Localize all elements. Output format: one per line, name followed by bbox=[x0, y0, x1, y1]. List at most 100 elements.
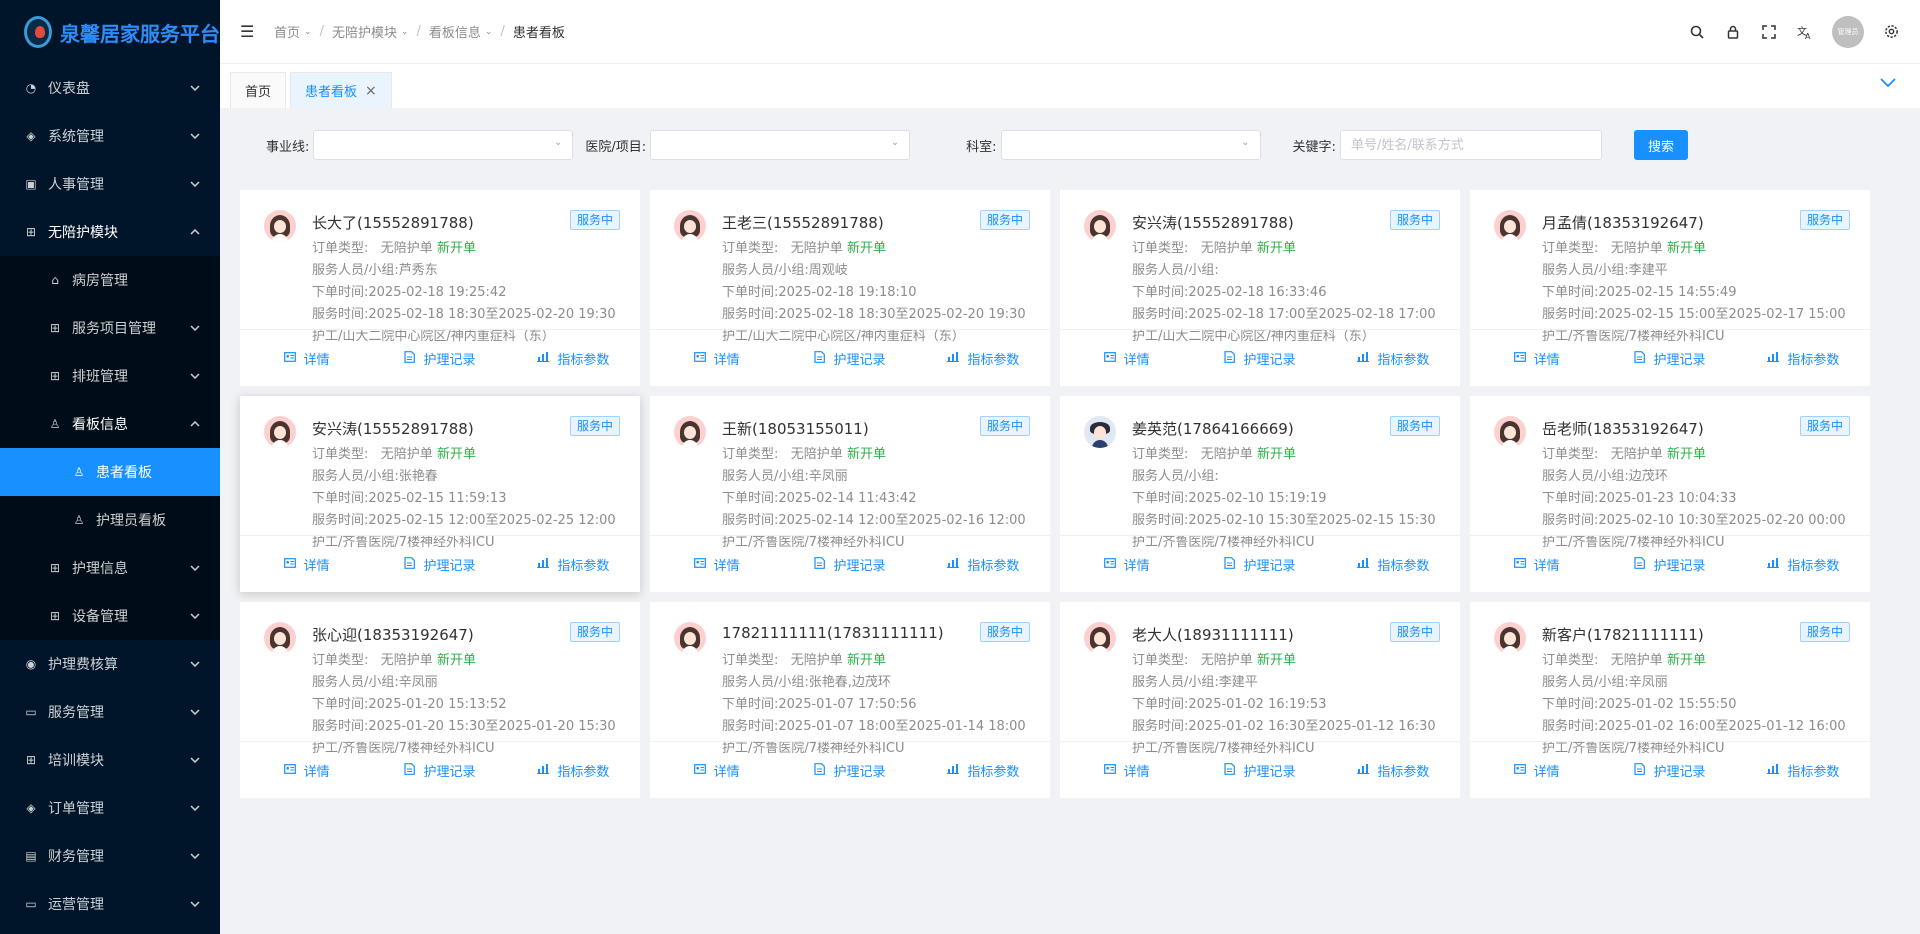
metrics-button[interactable]: 指标参数 bbox=[1737, 536, 1870, 592]
breadcrumb-board[interactable]: 看板信息 ⌄ bbox=[429, 22, 493, 41]
care-record-button[interactable]: 护理记录 bbox=[1193, 742, 1326, 798]
care-record-label: 护理记录 bbox=[833, 352, 886, 368]
sidebar-item[interactable]: ▤ 财务管理 bbox=[0, 832, 220, 880]
order-time-value: 2025-01-02 16:19:53 bbox=[1188, 697, 1327, 712]
detail-button[interactable]: 详情 bbox=[650, 330, 783, 386]
keyword-input[interactable] bbox=[1339, 130, 1602, 160]
order-type-line: 订单类型: 无陪护单 新开单 bbox=[312, 238, 624, 260]
staff-label: 服务人员/小组: bbox=[1542, 263, 1629, 278]
metrics-button[interactable]: 指标参数 bbox=[1327, 330, 1460, 386]
metrics-button[interactable]: 指标参数 bbox=[1737, 330, 1870, 386]
sidebar-item[interactable]: ▣ 人事管理 bbox=[0, 160, 220, 208]
sidebar-item[interactable]: ▭ 服务管理 bbox=[0, 688, 220, 736]
staff-label: 服务人员/小组: bbox=[722, 263, 809, 278]
tab-home[interactable]: 首页 bbox=[230, 72, 287, 108]
detail-button[interactable]: 详情 bbox=[1060, 536, 1193, 592]
sidebar-item[interactable]: ◔ 仪表盘 bbox=[0, 64, 220, 112]
chevron-down-icon[interactable] bbox=[1880, 72, 1896, 93]
detail-button[interactable]: 详情 bbox=[1470, 536, 1603, 592]
detail-button[interactable]: 详情 bbox=[650, 536, 783, 592]
patient-card-actions: 详情 护理记录 指标参数 bbox=[1470, 535, 1870, 592]
sidebar-item[interactable]: ⊞ 设备管理 bbox=[0, 592, 220, 640]
fullscreen-icon[interactable] bbox=[1760, 23, 1778, 41]
care-record-button[interactable]: 护理记录 bbox=[373, 330, 506, 386]
close-icon[interactable]: × bbox=[365, 83, 377, 99]
care-record-button[interactable]: 护理记录 bbox=[373, 536, 506, 592]
staff-label: 服务人员/小组: bbox=[722, 469, 809, 484]
care-record-button[interactable]: 护理记录 bbox=[1193, 330, 1326, 386]
detail-button[interactable]: 详情 bbox=[650, 742, 783, 798]
metrics-button[interactable]: 指标参数 bbox=[507, 536, 640, 592]
chevron-down-icon: ⌄ bbox=[1241, 137, 1250, 148]
care-record-label: 护理记录 bbox=[423, 352, 476, 368]
sidebar-item[interactable]: ♙ 看板信息 bbox=[0, 400, 220, 448]
metrics-label: 指标参数 bbox=[1377, 558, 1430, 574]
hospital-label: 医院/项目: bbox=[585, 139, 647, 155]
bar-chart-icon bbox=[1357, 351, 1370, 365]
hospital-select[interactable]: ⌄ bbox=[650, 130, 911, 160]
detail-button[interactable]: 详情 bbox=[240, 536, 373, 592]
metrics-button[interactable]: 指标参数 bbox=[917, 330, 1050, 386]
translate-icon[interactable]: 文A bbox=[1796, 23, 1814, 41]
detail-button[interactable]: 详情 bbox=[240, 330, 373, 386]
sidebar-item[interactable]: ◈ 订单管理 bbox=[0, 784, 220, 832]
lock-icon[interactable] bbox=[1724, 23, 1742, 41]
gear-icon[interactable] bbox=[1882, 23, 1900, 41]
breadcrumb: 首页 ⌄ / 无陪护模块 ⌄ / 看板信息 ⌄ / 患者看板 bbox=[274, 22, 565, 41]
detail-label: 详情 bbox=[303, 352, 330, 368]
sidebar-item[interactable]: ⊞ 护理信息 bbox=[0, 544, 220, 592]
order-time-label: 下单时间: bbox=[312, 491, 369, 506]
sidebar-item[interactable]: ⊞ 排班管理 bbox=[0, 352, 220, 400]
user-avatar[interactable]: 管理员 bbox=[1832, 15, 1864, 48]
detail-button[interactable]: 详情 bbox=[1470, 330, 1603, 386]
search-button[interactable]: 搜索 bbox=[1633, 130, 1688, 160]
breadcrumb-module[interactable]: 无陪护模块 ⌄ bbox=[332, 22, 409, 41]
new-order-tag: 新开单 bbox=[1666, 653, 1706, 668]
search-icon[interactable] bbox=[1688, 23, 1706, 41]
metrics-button[interactable]: 指标参数 bbox=[507, 330, 640, 386]
metrics-button[interactable]: 指标参数 bbox=[1327, 742, 1460, 798]
menu-collapse-icon[interactable]: ☰ bbox=[240, 22, 260, 41]
app-brand[interactable]: 泉馨居家服务平台 bbox=[0, 0, 220, 64]
care-record-button[interactable]: 护理记录 bbox=[783, 536, 916, 592]
sidebar-item-label: 培训模块 bbox=[48, 753, 104, 769]
sidebar-item[interactable]: ♙ 患者看板 bbox=[0, 448, 220, 496]
metrics-button[interactable]: 指标参数 bbox=[1737, 742, 1870, 798]
service-time-line: 服务时间:2025-02-10 10:30至2025-02-20 00:00 bbox=[1542, 510, 1854, 532]
sidebar-item[interactable]: ◉ 护理费核算 bbox=[0, 640, 220, 688]
care-record-button[interactable]: 护理记录 bbox=[1603, 742, 1736, 798]
tab-patient-board[interactable]: 患者看板 × bbox=[290, 72, 392, 108]
sidebar-item[interactable]: ⌂ 病房管理 bbox=[0, 256, 220, 304]
sidebar-item[interactable]: ⊞ 服务项目管理 bbox=[0, 304, 220, 352]
business-line-select[interactable]: ⌄ bbox=[313, 130, 574, 160]
care-record-button[interactable]: 护理记录 bbox=[1603, 330, 1736, 386]
metrics-button[interactable]: 指标参数 bbox=[507, 742, 640, 798]
metrics-button[interactable]: 指标参数 bbox=[917, 742, 1050, 798]
care-record-label: 护理记录 bbox=[423, 764, 476, 780]
detail-button[interactable]: 详情 bbox=[1470, 742, 1603, 798]
sidebar-item[interactable]: ⊞ 无陪护模块 bbox=[0, 208, 220, 256]
metrics-button[interactable]: 指标参数 bbox=[1327, 536, 1460, 592]
order-type-line: 订单类型: 无陪护单 新开单 bbox=[312, 650, 624, 672]
detail-button[interactable]: 详情 bbox=[240, 742, 373, 798]
detail-button[interactable]: 详情 bbox=[1060, 742, 1193, 798]
care-record-button[interactable]: 护理记录 bbox=[373, 742, 506, 798]
new-order-tag: 新开单 bbox=[846, 653, 886, 668]
care-record-button[interactable]: 护理记录 bbox=[783, 330, 916, 386]
briefcase-icon: ▣ bbox=[25, 177, 37, 191]
sidebar-item[interactable]: ▭ 运营管理 bbox=[0, 880, 220, 928]
sidebar-item[interactable]: ⊞ 培训模块 bbox=[0, 736, 220, 784]
detail-button[interactable]: 详情 bbox=[1060, 330, 1193, 386]
care-record-button[interactable]: 护理记录 bbox=[1603, 536, 1736, 592]
patient-card-actions: 详情 护理记录 指标参数 bbox=[240, 741, 640, 798]
department-select[interactable]: ⌄ bbox=[1000, 130, 1261, 160]
sidebar-item[interactable]: ◈ 系统管理 bbox=[0, 112, 220, 160]
new-order-tag: 新开单 bbox=[1666, 241, 1706, 256]
care-record-button[interactable]: 护理记录 bbox=[783, 742, 916, 798]
status-badge: 服务中 bbox=[979, 210, 1030, 230]
care-record-button[interactable]: 护理记录 bbox=[1193, 536, 1326, 592]
breadcrumb-home[interactable]: 首页 ⌄ bbox=[274, 22, 312, 41]
sidebar-item[interactable]: ♙ 护理员看板 bbox=[0, 496, 220, 544]
metrics-button[interactable]: 指标参数 bbox=[917, 536, 1050, 592]
order-time-label: 下单时间: bbox=[1132, 697, 1189, 712]
